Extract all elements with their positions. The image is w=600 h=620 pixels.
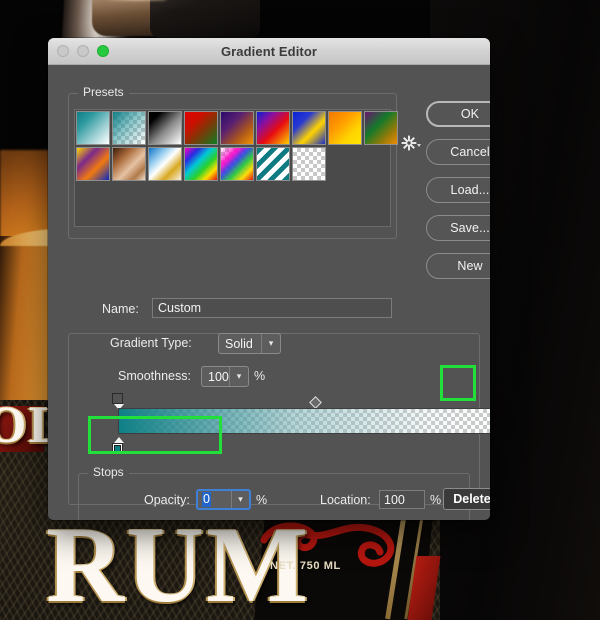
preset-swatch-transparent[interactable] [292, 147, 326, 181]
preset-swatch-purple-green-orange[interactable] [364, 111, 398, 145]
zoom-button-icon[interactable] [97, 45, 109, 57]
preset-swatch-red-to-green[interactable] [184, 111, 218, 145]
close-button-icon[interactable] [57, 45, 69, 57]
gradient-type-select[interactable]: Solid ▾ [218, 333, 281, 354]
preset-swatch-teal-to-white[interactable] [76, 111, 110, 145]
cancel-button[interactable]: Cancel [426, 139, 490, 165]
opacity-input[interactable]: 0 ▾ [196, 489, 251, 510]
chevron-down-icon[interactable]: ▾ [231, 491, 249, 508]
gradient-stop-highlight-box [440, 365, 476, 401]
load-button[interactable]: Load... [426, 177, 490, 203]
dialog-title: Gradient Editor [220, 43, 318, 59]
preset-swatch-overlay [113, 112, 145, 144]
opacity-field-highlight-box [88, 416, 222, 454]
opacity-unit: % [256, 493, 268, 507]
preset-swatch-teal-stripes[interactable] [256, 147, 290, 181]
presets-group-label: Presets [78, 85, 129, 99]
window-controls [48, 45, 109, 57]
preset-swatch-blue-white-gold[interactable] [148, 147, 182, 181]
preset-swatch-yellow-violet-orange-blue[interactable] [76, 147, 110, 181]
gradient-type-label: Gradient Type: [110, 336, 192, 350]
name-input[interactable]: Custom [152, 298, 392, 318]
opacity-label: Opacity: [144, 493, 190, 507]
chevron-down-icon: ▾ [261, 334, 280, 353]
label-volume-text: NET. 750 ML [270, 560, 341, 572]
save-button[interactable]: Save... [426, 215, 490, 241]
preset-swatch-spectrum[interactable] [184, 147, 218, 181]
dialog-button-column: OK Cancel Load... Save... New [426, 101, 490, 291]
smoothness-label: Smoothness: [118, 369, 191, 383]
bottle-cap-glass [150, 0, 260, 38]
location-top-input[interactable]: 100 [379, 490, 425, 509]
preset-swatch-copper[interactable] [112, 147, 146, 181]
preset-swatch-overlay [257, 148, 289, 180]
preset-swatch-overlay [221, 148, 253, 180]
name-label: Name: [102, 302, 139, 316]
preset-swatch-transparent-rainbow[interactable] [220, 147, 254, 181]
stops-group-label: Stops [88, 465, 129, 479]
presets-grid [76, 111, 398, 181]
delete-opacity-stop-button[interactable]: Delete [443, 488, 490, 510]
opacity-stop-start-swatch [112, 393, 123, 404]
new-button[interactable]: New [426, 253, 490, 279]
location-top-unit: % [430, 493, 442, 507]
location-top-label: Location: [320, 493, 371, 507]
ok-button[interactable]: OK [426, 101, 490, 127]
preset-swatch-blue-red-yellow[interactable] [256, 111, 290, 145]
preset-swatch-violet-to-orange[interactable] [220, 111, 254, 145]
dialog-titlebar[interactable]: Gradient Editor [48, 38, 490, 65]
preset-swatch-orange-yellow[interactable] [328, 111, 362, 145]
gear-icon[interactable] [400, 135, 422, 151]
opacity-value: 0 [202, 492, 211, 507]
preset-swatch-teal-to-transparent[interactable] [112, 111, 146, 145]
chevron-down-icon: ▾ [229, 367, 248, 386]
smoothness-unit: % [254, 369, 266, 383]
smoothness-select[interactable]: 100 ▾ [201, 366, 249, 387]
preset-swatch-blue-yellow[interactable] [292, 111, 326, 145]
minimize-button-icon[interactable] [77, 45, 89, 57]
gradient-type-value: Solid [225, 336, 253, 351]
preset-swatch-black-to-white[interactable] [148, 111, 182, 145]
